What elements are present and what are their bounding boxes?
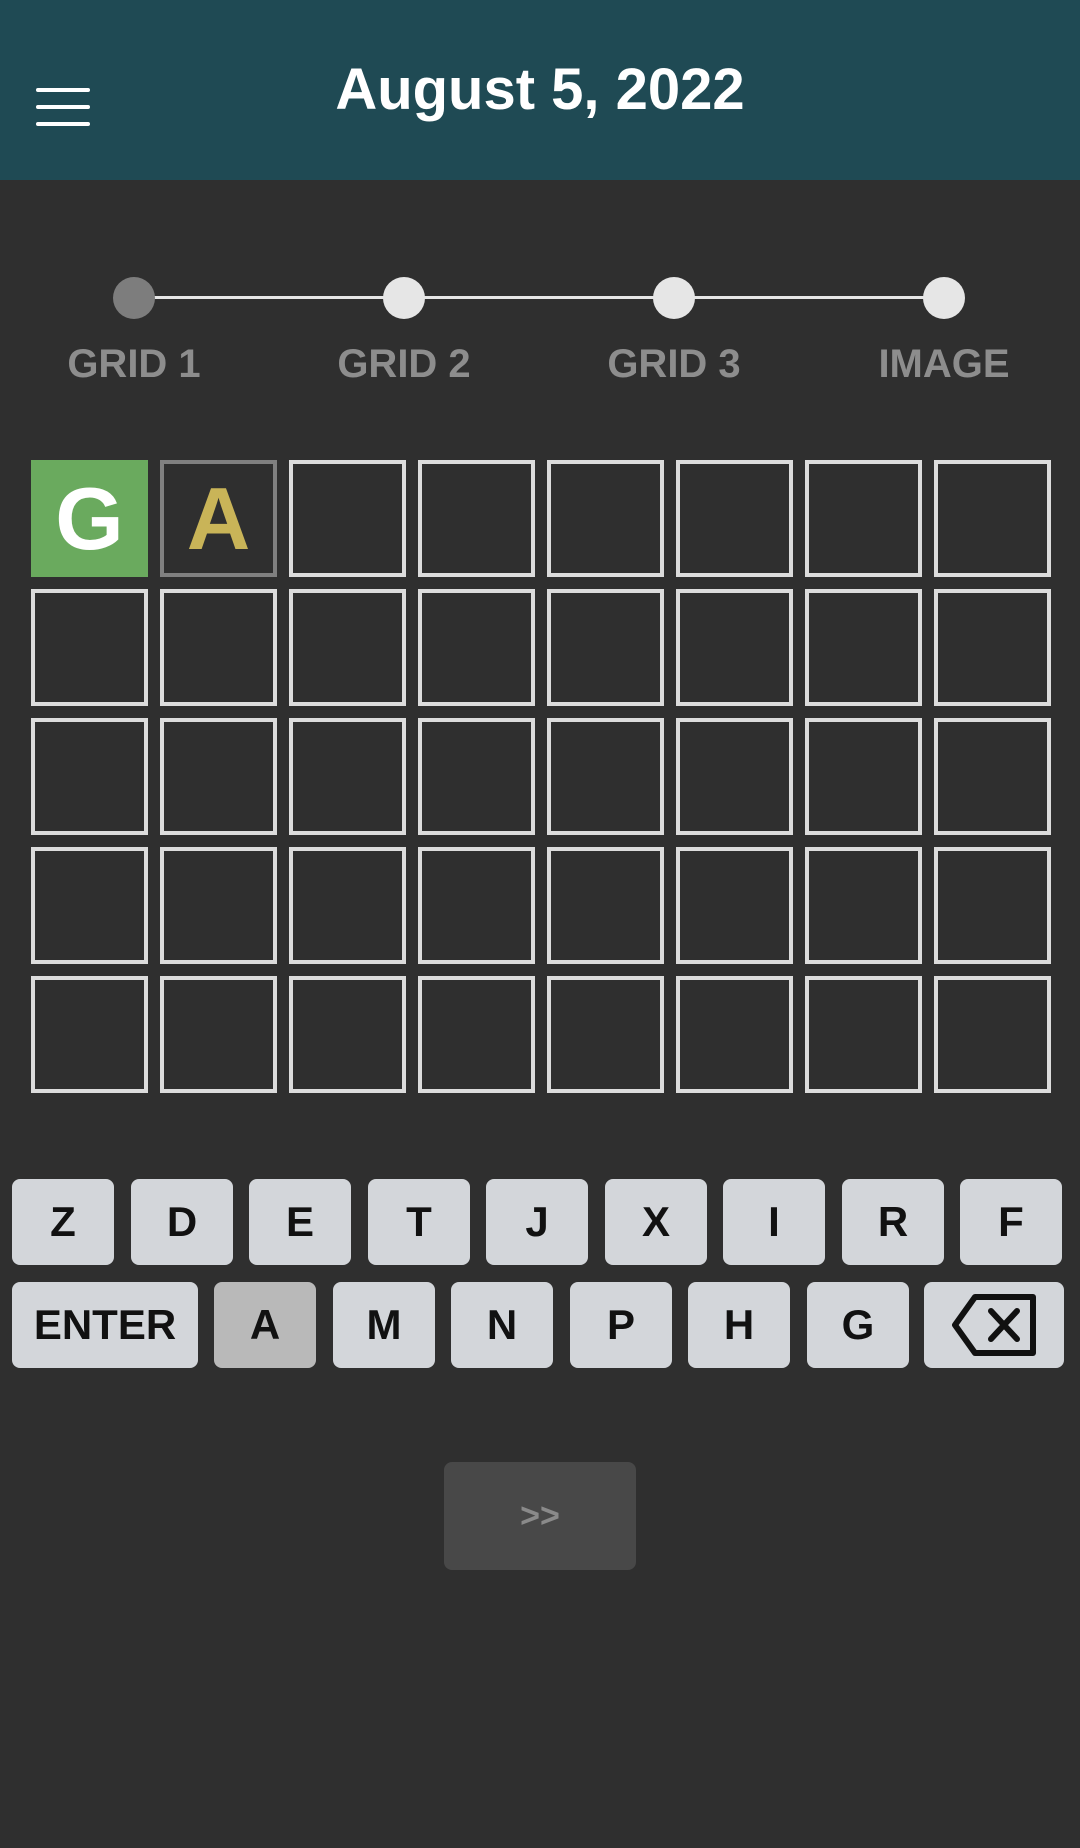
progress-step-label: IMAGE: [878, 342, 1010, 386]
grid-cell: [31, 589, 148, 706]
key-m[interactable]: M: [333, 1282, 435, 1368]
grid-cell: [31, 976, 148, 1093]
grid-cell: [289, 847, 406, 964]
grid-cell: [547, 718, 664, 835]
key-d[interactable]: D: [131, 1179, 233, 1265]
grid-cell: [160, 976, 277, 1093]
grid-cell: [418, 589, 535, 706]
progress-step-label: GRID 2: [337, 342, 471, 386]
grid-cell: [805, 718, 922, 835]
app-header: August 5, 2022: [0, 0, 1080, 180]
grid-cell: [676, 847, 793, 964]
progress-step-label: GRID 3: [607, 342, 741, 386]
grid-cell: G: [31, 460, 148, 577]
progress-step-dot[interactable]: [923, 277, 965, 319]
grid-progress: GRID 1 GRID 2 GRID 3 IMAGE: [0, 270, 1080, 400]
key-n[interactable]: N: [451, 1282, 553, 1368]
key-x[interactable]: X: [605, 1179, 707, 1265]
grid-cell: [289, 460, 406, 577]
grid-cell: [934, 718, 1051, 835]
grid-cell: [676, 718, 793, 835]
key-p[interactable]: P: [570, 1282, 672, 1368]
key-t[interactable]: T: [368, 1179, 470, 1265]
grid-cell: [934, 589, 1051, 706]
grid-cell: [160, 847, 277, 964]
progress-step-dot[interactable]: [113, 277, 155, 319]
grid-cell: [676, 976, 793, 1093]
grid-cell: A: [160, 460, 277, 577]
grid-cell: [418, 847, 535, 964]
grid-cell: [31, 718, 148, 835]
grid-cell: [418, 460, 535, 577]
key-z[interactable]: Z: [12, 1179, 114, 1265]
key-i[interactable]: I: [723, 1179, 825, 1265]
grid-cell: [547, 976, 664, 1093]
grid-cell: [676, 589, 793, 706]
next-button[interactable]: >>: [444, 1462, 636, 1570]
progress-step-dot[interactable]: [653, 277, 695, 319]
page-title: August 5, 2022: [335, 57, 745, 122]
key-r[interactable]: R: [842, 1179, 944, 1265]
letter-grid: GA: [31, 460, 1051, 1093]
grid-cell: [289, 718, 406, 835]
key-f[interactable]: F: [960, 1179, 1062, 1265]
progress-step-dot[interactable]: [383, 277, 425, 319]
grid-cell: [160, 589, 277, 706]
progress-connector: [134, 296, 404, 299]
progress-step-label: GRID 1: [67, 342, 201, 386]
key-a[interactable]: A: [214, 1282, 316, 1368]
grid-cell: [805, 460, 922, 577]
key-e[interactable]: E: [249, 1179, 351, 1265]
grid-cell: [160, 718, 277, 835]
backspace-key[interactable]: [924, 1282, 1064, 1368]
grid-cell: [934, 460, 1051, 577]
grid-cell: [289, 976, 406, 1093]
enter-key[interactable]: ENTER: [12, 1282, 198, 1368]
key-j[interactable]: J: [486, 1179, 588, 1265]
key-h[interactable]: H: [688, 1282, 790, 1368]
grid-cell: [805, 589, 922, 706]
grid-cell: [418, 718, 535, 835]
grid-cell: [676, 460, 793, 577]
key-g[interactable]: G: [807, 1282, 909, 1368]
grid-cell: [31, 847, 148, 964]
grid-cell: [547, 847, 664, 964]
progress-connector: [404, 296, 674, 299]
grid-cell: [934, 976, 1051, 1093]
progress-connector: [674, 296, 944, 299]
grid-cell: [547, 460, 664, 577]
grid-cell: [418, 976, 535, 1093]
grid-cell: [547, 589, 664, 706]
grid-cell: [805, 847, 922, 964]
grid-cell: [934, 847, 1051, 964]
grid-cell: [289, 589, 406, 706]
backspace-icon: [952, 1294, 1036, 1356]
grid-cell: [805, 976, 922, 1093]
